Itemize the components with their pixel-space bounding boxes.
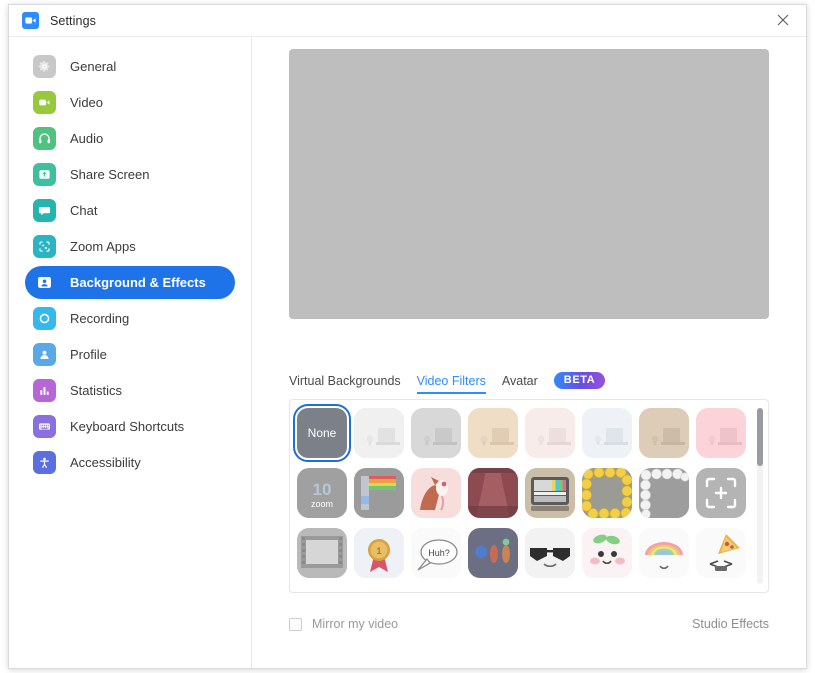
cute-face-tile[interactable] <box>582 528 632 578</box>
window-body: General Video Audio Share Screen Chat Zo… <box>9 37 806 668</box>
chat-bubble-icon <box>33 199 56 222</box>
filter-tile[interactable] <box>639 408 689 458</box>
filter-tile[interactable] <box>582 408 632 458</box>
sidebar-item-accessibility[interactable]: Accessibility <box>25 446 235 479</box>
filter-tile-none[interactable]: None <box>293 404 351 462</box>
apps-icon <box>33 235 56 258</box>
studio-effects-link[interactable]: Studio Effects <box>692 617 769 631</box>
sidebar-item-label: Video <box>70 95 104 110</box>
sidebar-item-statistics[interactable]: Statistics <box>25 374 235 407</box>
lights-tile[interactable] <box>468 528 518 578</box>
emoji-border-tile[interactable] <box>582 468 632 518</box>
headphones-icon <box>33 127 56 150</box>
person-icon <box>33 343 56 366</box>
pearls-tile[interactable] <box>639 468 689 518</box>
filters-scrollbar[interactable] <box>757 408 763 584</box>
sidebar-item-label: Zoom Apps <box>70 239 136 254</box>
window-title: Settings <box>50 13 96 28</box>
sidebar-item-video[interactable]: Video <box>25 86 235 119</box>
tab-video-filters[interactable]: Video Filters <box>416 374 487 394</box>
sidebar-item-audio[interactable]: Audio <box>25 122 235 155</box>
sidebar-item-label: Audio <box>70 131 104 146</box>
sidebar-item-label: Keyboard Shortcuts <box>70 419 185 434</box>
filter-tile[interactable] <box>468 408 518 458</box>
film-frame-tile[interactable] <box>297 528 347 578</box>
record-icon <box>33 307 56 330</box>
effects-bottom-row: Mirror my video Studio Effects <box>289 617 769 631</box>
sidebar-item-profile[interactable]: Profile <box>25 338 235 371</box>
filter-tile[interactable] <box>411 408 461 458</box>
screen-share-icon <box>33 163 56 186</box>
sidebar-item-zoom-apps[interactable]: Zoom Apps <box>25 230 235 263</box>
zoom-camera-icon <box>22 12 39 29</box>
sidebar-item-label: Statistics <box>70 383 123 398</box>
sidebar-item-label: Chat <box>70 203 98 218</box>
sidebar-item-label: Share Screen <box>70 167 150 182</box>
filter-tile-label: None <box>307 426 337 440</box>
video-preview <box>289 49 769 319</box>
sidebar-item-chat[interactable]: Chat <box>25 194 235 227</box>
fox-tile[interactable] <box>411 468 461 518</box>
close-icon[interactable] <box>760 5 806 35</box>
sidebar-item-label: Accessibility <box>70 455 141 470</box>
mirror-my-video-label: Mirror my video <box>312 617 399 631</box>
svg-text:10: 10 <box>313 480 332 499</box>
tv-frame-tile[interactable] <box>525 468 575 518</box>
filter-tile[interactable] <box>525 408 575 458</box>
curtain-tile[interactable] <box>468 468 518 518</box>
video-filters-grid: None 10 zoom 1 Huh? <box>293 404 749 578</box>
sidebar-item-label: General <box>70 59 117 74</box>
keyboard-icon <box>33 415 56 438</box>
sidebar-item-label: Recording <box>70 311 130 326</box>
accessibility-icon <box>33 451 56 474</box>
filter-tile[interactable] <box>696 408 746 458</box>
bar-chart-icon <box>33 379 56 402</box>
effects-tab-bar: Virtual Backgrounds Video Filters Avatar… <box>289 372 606 395</box>
filter-tile[interactable] <box>354 408 404 458</box>
video-filters-panel: None 10 zoom 1 Huh? <box>289 399 769 593</box>
sidebar-item-recording[interactable]: Recording <box>25 302 235 335</box>
sidebar-item-share-screen[interactable]: Share Screen <box>25 158 235 191</box>
tab-avatar[interactable]: Avatar <box>502 374 538 394</box>
beta-badge: BETA <box>553 372 606 389</box>
sidebar-item-keyboard-shortcuts[interactable]: Keyboard Shortcuts <box>25 410 235 443</box>
award-ribbon-tile[interactable]: 1 <box>354 528 404 578</box>
gear-icon <box>33 55 56 78</box>
add-custom-tile[interactable] <box>696 468 746 518</box>
camera-icon <box>33 91 56 114</box>
rainbow-arc-tile[interactable] <box>639 528 689 578</box>
settings-window: Settings General Video Audio Share Scree… <box>8 4 807 669</box>
rainbow-tile[interactable] <box>354 468 404 518</box>
tab-virtual-backgrounds[interactable]: Virtual Backgrounds <box>289 374 401 394</box>
mirror-my-video-checkbox[interactable]: Mirror my video <box>289 617 398 631</box>
pizza-tile[interactable] <box>696 528 746 578</box>
zoom-10-anniversary-tile[interactable]: 10 zoom <box>297 468 347 518</box>
huh-label: Huh? <box>428 548 450 558</box>
sidebar-item-label: Profile <box>70 347 107 362</box>
title-bar: Settings <box>9 5 806 37</box>
sunglasses-tile[interactable] <box>525 528 575 578</box>
checkbox-box[interactable] <box>289 617 302 631</box>
person-frame-icon <box>33 271 56 294</box>
svg-text:zoom: zoom <box>311 499 333 509</box>
sidebar-item-general[interactable]: General <box>25 50 235 83</box>
filters-scrollbar-thumb[interactable] <box>757 408 763 466</box>
sidebar-item-label: Background & Effects <box>70 275 206 290</box>
sidebar-item-background-and-effects[interactable]: Background & Effects <box>25 266 235 299</box>
huh-bubble-tile[interactable]: Huh? <box>411 528 461 578</box>
settings-main-panel: Virtual Backgrounds Video Filters Avatar… <box>252 37 806 668</box>
settings-sidebar: General Video Audio Share Screen Chat Zo… <box>9 37 252 668</box>
svg-text:1: 1 <box>376 546 381 556</box>
